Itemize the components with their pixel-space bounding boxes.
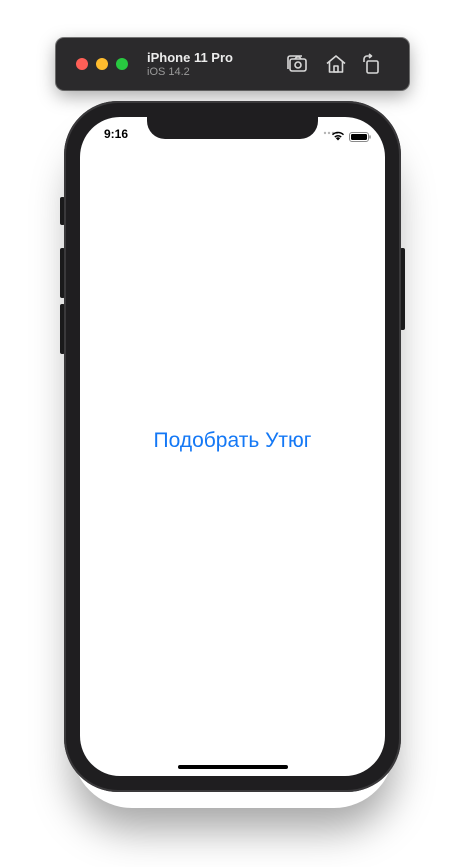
- os-version: iOS 14.2: [147, 66, 190, 78]
- device-name: iPhone 11 Pro: [147, 50, 233, 65]
- signal-icon: [323, 122, 339, 135]
- rotate-icon[interactable]: [360, 52, 384, 76]
- status-time: 9:16: [104, 127, 129, 141]
- pick-iron-button[interactable]: Подобрать Утюг: [80, 429, 385, 453]
- battery-icon: [349, 129, 371, 142]
- simulator-titlebar: iPhone 11 Pro iOS 14.2: [56, 38, 409, 90]
- home-icon[interactable]: [324, 52, 348, 76]
- minimize-window-button[interactable]: [96, 58, 108, 70]
- device-screen: 9:16 Подобрать Утюг: [80, 117, 385, 776]
- close-window-button[interactable]: [76, 58, 88, 70]
- home-indicator[interactable]: [178, 765, 288, 769]
- screenshot-icon[interactable]: [285, 52, 309, 76]
- status-icons: [301, 128, 371, 142]
- maximize-window-button[interactable]: [116, 58, 128, 70]
- wifi-icon: [331, 128, 345, 141]
- notch: [147, 117, 318, 139]
